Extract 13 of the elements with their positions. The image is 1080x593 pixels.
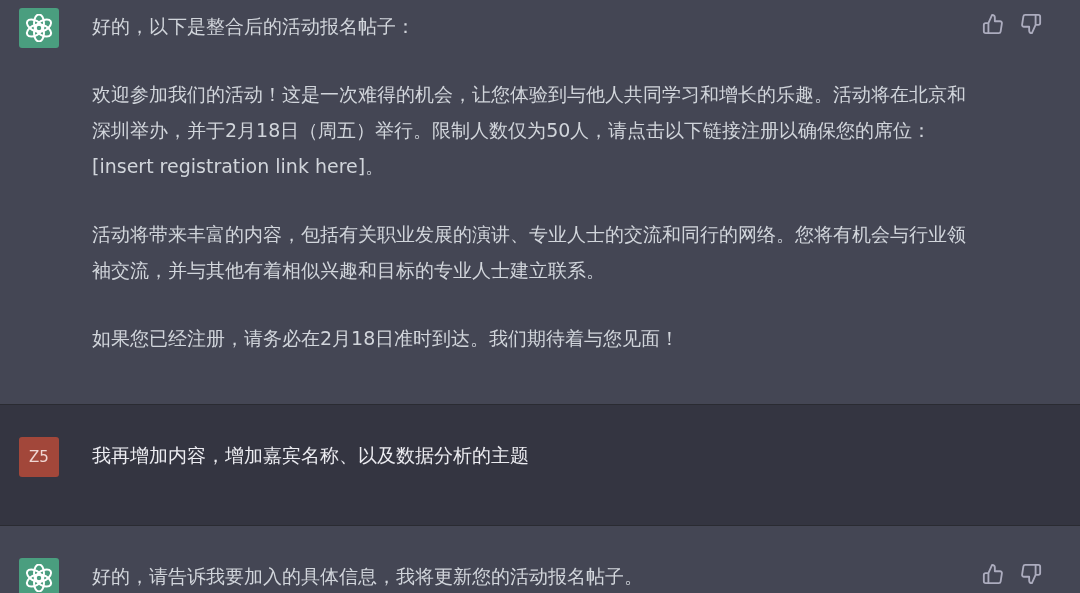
message-text: 活动将带来丰富的内容，包括有关职业发展的演讲、专业人士的交流和同行的网络。您将有机会与行业领袖交流，并与其他有着相似兴趣和目标的专业人士建立联系。 xyxy=(92,222,967,283)
logo-icon xyxy=(25,564,53,592)
message-text: 我再增加内容，增加嘉宾名称、以及数据分析的主题 xyxy=(92,443,530,468)
message-text: 如果您已经注册，请务必在2月18日准时到达。我们期待着与您见面！ xyxy=(92,326,681,351)
logo-icon xyxy=(25,14,53,42)
thumbs-up-icon[interactable] xyxy=(982,563,1004,585)
thumbs-down-icon[interactable] xyxy=(1020,563,1042,585)
message-text: 好的，请告诉我要加入的具体信息，我将更新您的活动报名帖子。 xyxy=(92,564,644,589)
thumbs-down-icon[interactable] xyxy=(1020,13,1042,35)
message-text: 欢迎参加我们的活动！这是一次难得的机会，让您体验到与他人共同学习和增长的乐趣。活动将在北京和深圳举办，并于2月18日（周五）举行。限制人数仅为50人，请点击以下链接注册以确保您的席位：[insert registration link here]。 xyxy=(92,82,967,179)
message-text: 好的，以下是整合后的活动报名帖子： xyxy=(92,14,416,39)
user-avatar: Z5 xyxy=(19,437,59,477)
thumbs-up-icon[interactable] xyxy=(982,13,1004,35)
